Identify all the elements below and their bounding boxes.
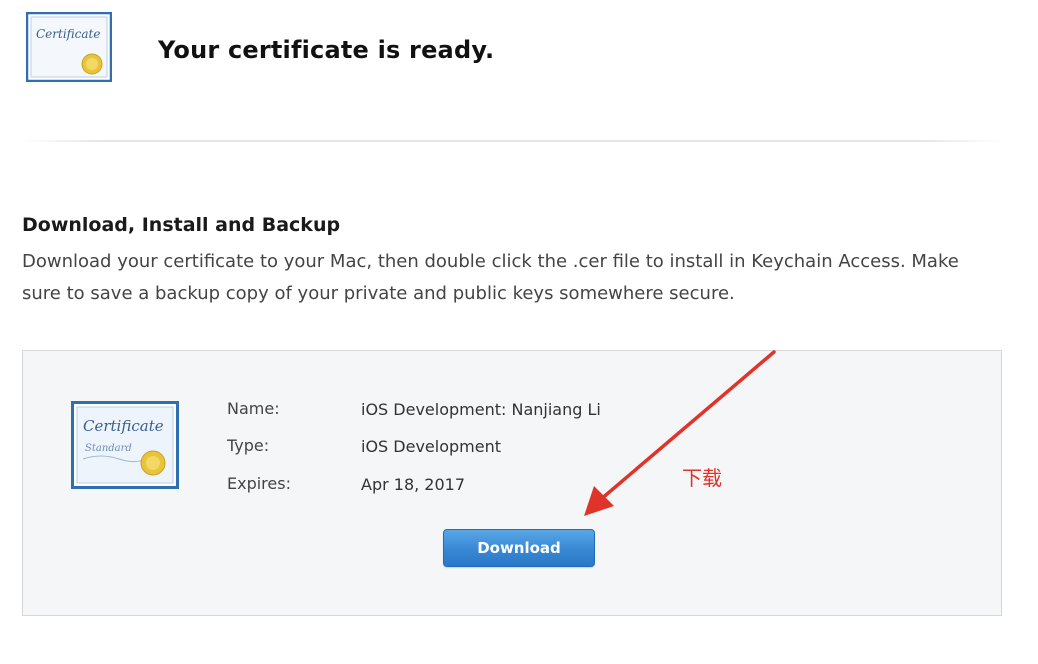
section-description: Download your certificate to your Mac, t… (22, 251, 959, 304)
certificate-ready-page: Certificate Your certificate is ready. D… (0, 0, 1038, 664)
annotation-arrow-icon (584, 350, 776, 516)
certificate-icon-title: Certificate (83, 417, 164, 435)
page-title: Your certificate is ready. (158, 36, 495, 64)
expires-label: Expires: (227, 474, 291, 493)
certificate-icon: Certificate (26, 12, 112, 82)
name-label: Name: (227, 399, 280, 418)
divider (22, 140, 1002, 142)
type-label: Type: (227, 436, 270, 455)
certificate-standard-icon: Certificate Standard (71, 401, 179, 489)
certificate-details-panel: Certificate Standard Name: iOS Developme… (22, 350, 1002, 616)
certificate-icon-subtitle: Standard (85, 443, 132, 454)
download-button[interactable]: Download (443, 529, 595, 567)
name-value: iOS Development: Nanjiang Li (361, 400, 601, 419)
section-title: Download, Install and Backup (22, 214, 341, 236)
type-value: iOS Development (361, 437, 501, 456)
certificate-icon-text: Certificate (36, 27, 100, 41)
annotation-label: 下载 (682, 466, 722, 490)
expires-value: Apr 18, 2017 (361, 475, 466, 494)
